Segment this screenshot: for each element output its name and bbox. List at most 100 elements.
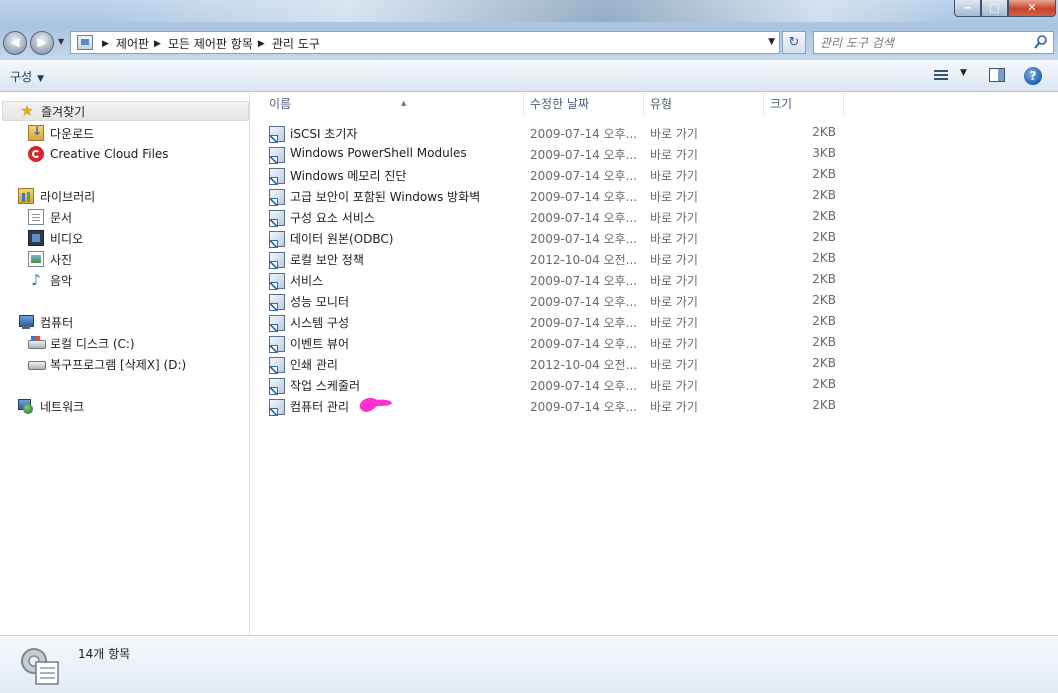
sidebar-item-recovery-d[interactable]: 복구프로그램 [삭제X] (D:) <box>28 354 186 374</box>
file-name: 컴퓨터 관리 <box>290 400 350 414</box>
help-icon[interactable]: ? <box>1024 67 1042 85</box>
file-date: 2009-07-14 오후... <box>530 127 638 141</box>
chevron-down-icon[interactable]: ▼ <box>960 68 967 78</box>
file-date: 2009-07-14 오후... <box>530 211 638 225</box>
sidebar-item-label: 로컬 디스크 (C:) <box>50 336 135 351</box>
preview-pane-toggle-icon[interactable] <box>989 68 1005 82</box>
column-header-date[interactable]: 수정한 날짜 <box>524 93 644 115</box>
forward-arrow-icon: ▶ <box>37 35 47 49</box>
file-name: 구성 요소 서비스 <box>290 211 375 225</box>
file-row-iscsi-initiator[interactable]: iSCSI 초기자 2009-07-14 오후... 바로 가기 2KB <box>267 123 847 144</box>
file-row-event-viewer[interactable]: 이벤트 뷰어 2009-07-14 오후... 바로 가기 2KB <box>267 333 847 354</box>
file-row-odbc-data-sources[interactable]: 데이터 원본(ODBC) 2009-07-14 오후... 바로 가기 2KB <box>267 228 847 249</box>
file-name: 고급 보안이 포함된 Windows 방화벽 <box>290 190 481 204</box>
file-date: 2012-10-04 오전... <box>530 358 638 372</box>
search-icon[interactable] <box>1034 34 1048 50</box>
file-name: 인쇄 관리 <box>290 358 338 372</box>
computer-icon <box>18 314 34 330</box>
breadcrumb-separator-icon[interactable]: ▶ <box>102 39 109 49</box>
sidebar-item-libraries[interactable]: 라이브러리 <box>18 186 95 206</box>
refresh-button[interactable]: ↻ <box>782 31 806 54</box>
picture-icon <box>28 251 44 267</box>
shortcut-icon <box>269 125 285 143</box>
file-row-component-services[interactable]: 구성 요소 서비스 2009-07-14 오후... 바로 가기 2KB <box>267 207 847 228</box>
sidebar-item-label: 음악 <box>50 273 73 288</box>
file-row-services[interactable]: 서비스 2009-07-14 오후... 바로 가기 2KB <box>267 270 847 291</box>
file-type: 바로 가기 <box>650 148 698 162</box>
sidebar-item-favorites[interactable]: ★ 즐겨찾기 <box>2 101 249 121</box>
sidebar-item-videos[interactable]: 비디오 <box>28 228 83 248</box>
file-size: 2KB <box>812 314 836 328</box>
file-type: 바로 가기 <box>650 400 698 414</box>
sidebar-item-label: 복구프로그램 [삭제X] (D:) <box>50 357 187 372</box>
file-row-firewall-advanced-security[interactable]: 고급 보안이 포함된 Windows 방화벽 2009-07-14 오후... … <box>267 186 847 207</box>
file-row-performance-monitor[interactable]: 성능 모니터 2009-07-14 오후... 바로 가기 2KB <box>267 291 847 312</box>
file-name: 로컬 보안 정책 <box>290 253 364 267</box>
shortcut-icon <box>269 356 285 374</box>
file-name: Windows PowerShell Modules <box>290 146 467 160</box>
breadcrumb-item-control-panel[interactable]: 제어판 <box>116 35 149 52</box>
search-box[interactable] <box>813 31 1054 54</box>
column-header-type[interactable]: 유형 <box>644 93 764 115</box>
sidebar-item-music[interactable]: ♪ 음악 <box>28 270 72 290</box>
search-input[interactable] <box>820 34 1020 51</box>
address-dropdown-icon[interactable]: ▼ <box>768 37 775 47</box>
file-size: 2KB <box>812 230 836 244</box>
breadcrumb: ▶ 제어판 ▶ 모든 제어판 항목 ▶ 관리 도구 <box>97 35 320 52</box>
breadcrumb-separator-icon[interactable]: ▶ <box>154 39 161 49</box>
column-header-name[interactable]: 이름 ▲ <box>263 93 524 115</box>
file-type: 바로 가기 <box>650 253 698 267</box>
column-headers: 이름 ▲ 수정한 날짜 유형 크기 <box>251 93 1058 115</box>
star-icon: ★ <box>19 101 35 120</box>
back-button[interactable]: ◀ <box>3 31 27 55</box>
chevron-down-icon: ▼ <box>37 74 45 84</box>
sidebar-item-label: 즐겨찾기 <box>41 104 86 119</box>
forward-button[interactable]: ▶ <box>30 31 54 55</box>
file-row-memory-diagnostic[interactable]: Windows 메모리 진단 2009-07-14 오후... 바로 가기 2K… <box>267 165 847 186</box>
file-name: 작업 스케줄러 <box>290 379 361 393</box>
sidebar-item-network[interactable]: 네트워크 <box>18 396 84 416</box>
file-row-powershell-modules[interactable]: Windows PowerShell Modules 2009-07-14 오후… <box>267 144 847 165</box>
organize-button[interactable]: 구성 ▼ <box>10 68 44 85</box>
sidebar-item-creative-cloud[interactable]: Creative Cloud Files <box>28 144 169 164</box>
file-type: 바로 가기 <box>650 295 698 309</box>
window-titlebar: ‒ □ ✕ ◀ ▶ ▼ ▶ 제어판 ▶ 모든 제어판 항목 ▶ 관리 도구 ▼ … <box>0 0 1058 60</box>
maximize-icon: □ <box>989 1 1000 14</box>
file-row-local-security-policy[interactable]: 로컬 보안 정책 2012-10-04 오전... 바로 가기 2KB <box>267 249 847 270</box>
sidebar-item-downloads[interactable]: 다운로드 <box>28 123 94 143</box>
details-view-icon <box>934 70 948 81</box>
file-type: 바로 가기 <box>650 274 698 288</box>
breadcrumb-item-administrative-tools[interactable]: 관리 도구 <box>272 35 320 52</box>
shortcut-icon <box>269 272 285 290</box>
title-blur <box>90 0 950 22</box>
close-button[interactable]: ✕ <box>1008 0 1056 17</box>
file-date: 2009-07-14 오후... <box>530 295 638 309</box>
recent-pages-dropdown[interactable]: ▼ <box>58 37 64 46</box>
close-icon: ✕ <box>1027 1 1037 14</box>
file-size: 2KB <box>812 356 836 370</box>
file-name: 서비스 <box>290 274 324 288</box>
breadcrumb-item-all-control-panel-items[interactable]: 모든 제어판 항목 <box>168 35 253 52</box>
file-type: 바로 가기 <box>650 127 698 141</box>
file-row-print-management[interactable]: 인쇄 관리 2012-10-04 오전... 바로 가기 2KB <box>267 354 847 375</box>
shortcut-icon <box>269 188 285 206</box>
shortcut-icon <box>269 167 285 185</box>
file-row-computer-management[interactable]: 컴퓨터 관리 2009-07-14 오후... 바로 가기 2KB <box>267 396 847 417</box>
file-row-system-configuration[interactable]: 시스템 구성 2009-07-14 오후... 바로 가기 2KB <box>267 312 847 333</box>
file-row-task-scheduler[interactable]: 작업 스케줄러 2009-07-14 오후... 바로 가기 2KB <box>267 375 847 396</box>
shortcut-icon <box>269 377 285 395</box>
file-size: 2KB <box>812 293 836 307</box>
change-view-button[interactable]: ▼ <box>932 68 972 84</box>
address-bar[interactable]: ▶ 제어판 ▶ 모든 제어판 항목 ▶ 관리 도구 ▼ <box>70 31 780 54</box>
sidebar-item-pictures[interactable]: 사진 <box>28 249 72 269</box>
library-icon <box>18 188 34 204</box>
shortcut-icon <box>269 314 285 332</box>
sidebar-item-local-disk-c[interactable]: 로컬 디스크 (C:) <box>28 333 135 353</box>
sidebar-item-documents[interactable]: 문서 <box>28 207 72 227</box>
column-header-size[interactable]: 크기 <box>764 93 844 115</box>
minimize-button[interactable]: ‒ <box>954 0 981 17</box>
breadcrumb-separator-icon[interactable]: ▶ <box>258 39 265 49</box>
maximize-button[interactable]: □ <box>981 0 1008 17</box>
shortcut-icon <box>269 335 285 353</box>
sidebar-item-computer[interactable]: 컴퓨터 <box>18 312 73 332</box>
